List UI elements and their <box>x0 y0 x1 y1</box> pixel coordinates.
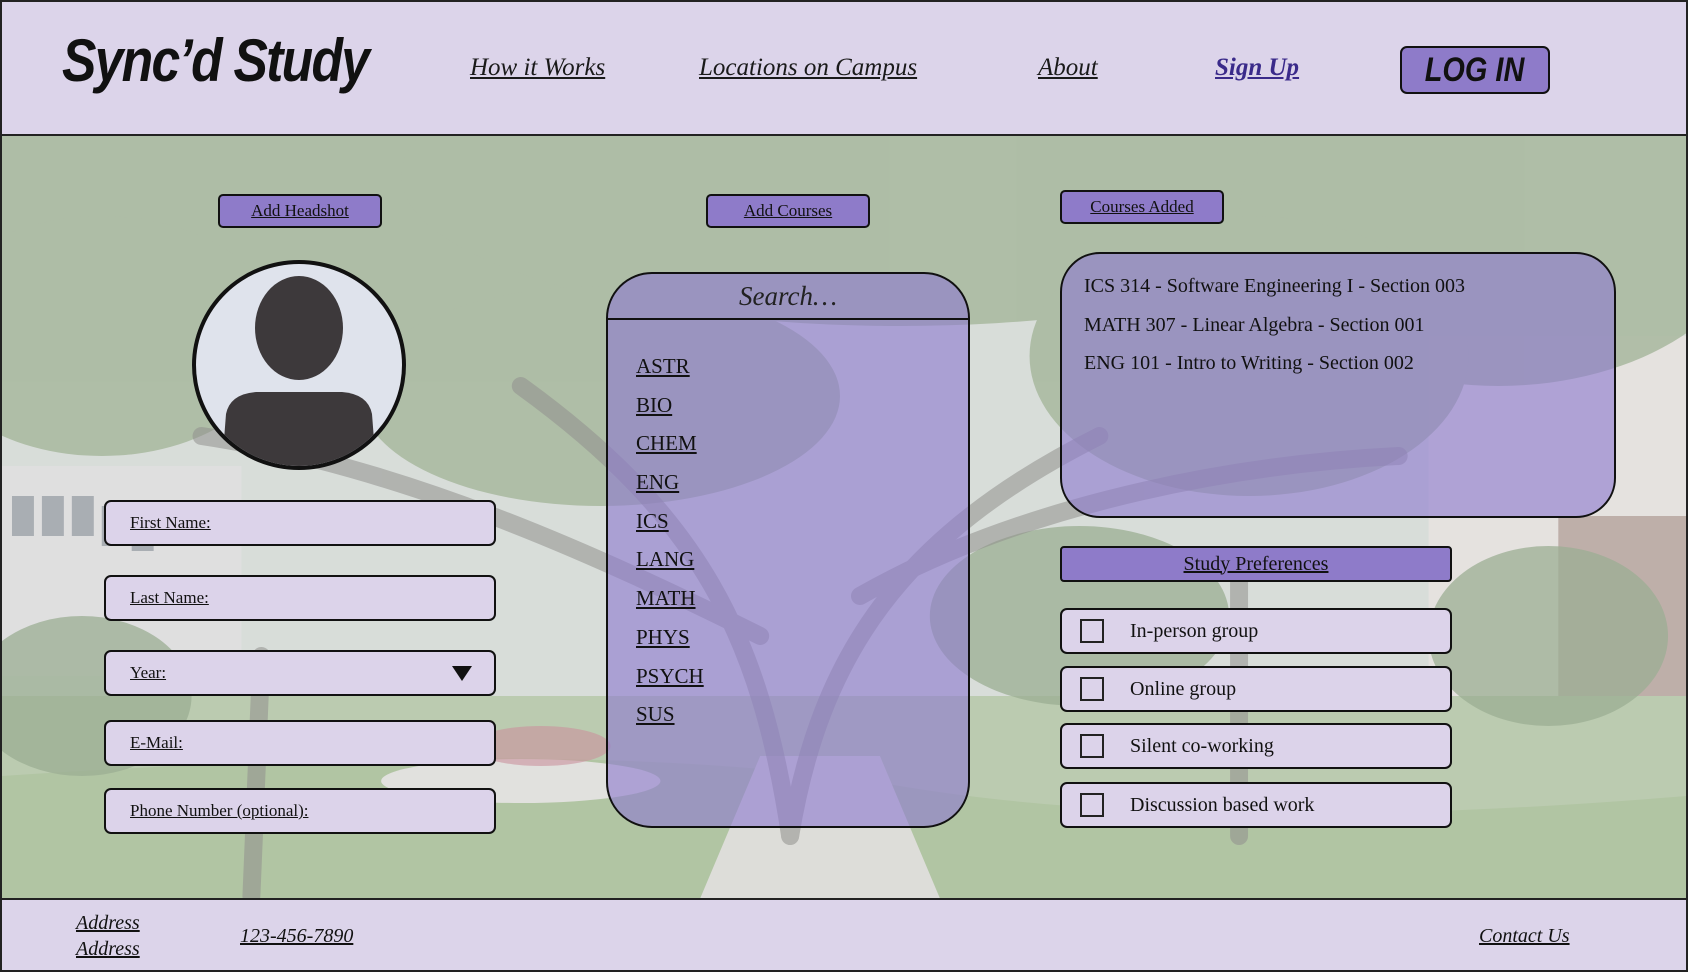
dropdown-triangle-icon <box>452 666 472 681</box>
email-field[interactable]: E-Mail: <box>104 720 496 766</box>
headshot-avatar[interactable] <box>192 260 406 470</box>
footer-phone-link[interactable]: 123-456-7890 <box>240 925 353 948</box>
contact-us-link[interactable]: Contact Us <box>1479 925 1570 948</box>
preference-label: Silent co-working <box>1130 734 1274 757</box>
subject-link-eng[interactable]: ENG <box>636 470 704 509</box>
subject-link-phys[interactable]: PHYS <box>636 625 704 664</box>
subject-list: ASTR BIO CHEM ENG ICS LANG MATH PHYS PSY… <box>636 354 704 741</box>
site-logo[interactable]: Sync’d Study <box>62 26 370 95</box>
nav-locations-on-campus[interactable]: Locations on Campus <box>699 54 917 82</box>
preference-label: In-person group <box>1130 619 1259 642</box>
preference-discussion-based-work[interactable]: Discussion based work <box>1060 782 1452 828</box>
preference-label: Discussion based work <box>1130 793 1315 816</box>
subject-link-sus[interactable]: SUS <box>636 702 704 741</box>
subject-link-ics[interactable]: ICS <box>636 509 704 548</box>
subject-link-lang[interactable]: LANG <box>636 547 704 586</box>
added-course-item: MATH 307 - Linear Algebra - Section 001 <box>1084 313 1425 336</box>
course-search-input[interactable]: Search… <box>608 274 968 320</box>
course-search-panel: Search… ASTR BIO CHEM ENG ICS LANG MATH … <box>606 272 970 828</box>
checkbox[interactable] <box>1080 677 1104 701</box>
subject-link-math[interactable]: MATH <box>636 586 704 625</box>
email-label: E-Mail: <box>130 733 183 752</box>
first-name-label: First Name: <box>130 513 211 532</box>
footer: Address Address 123-456-7890 Contact Us <box>0 898 1688 972</box>
subject-link-bio[interactable]: BIO <box>636 393 704 432</box>
top-nav-bar: Sync’d Study How it Works Locations on C… <box>0 0 1688 136</box>
preference-silent-co-working[interactable]: Silent co-working <box>1060 723 1452 769</box>
add-courses-button[interactable]: Add Courses <box>706 194 870 228</box>
phone-number-field[interactable]: Phone Number (optional): <box>104 788 496 834</box>
footer-address-line-1[interactable]: Address <box>76 912 140 935</box>
checkbox[interactable] <box>1080 793 1104 817</box>
main-content: Add Headshot First Name: Last Name: Year… <box>0 136 1688 898</box>
checkbox[interactable] <box>1080 734 1104 758</box>
preference-label: Online group <box>1130 677 1237 700</box>
login-button[interactable]: LOG IN <box>1400 46 1550 94</box>
first-name-field[interactable]: First Name: <box>104 500 496 546</box>
courses-added-button[interactable]: Courses Added <box>1060 190 1224 224</box>
footer-address-line-2[interactable]: Address <box>76 938 140 961</box>
nav-about[interactable]: About <box>1038 54 1098 82</box>
added-course-item: ENG 101 - Intro to Writing - Section 002 <box>1084 352 1414 374</box>
phone-number-label: Phone Number (optional): <box>130 801 309 820</box>
courses-added-panel: ICS 314 - Software Engineering I - Secti… <box>1060 252 1616 518</box>
added-course-item: ICS 314 - Software Engineering I - Secti… <box>1084 275 1466 297</box>
year-select[interactable]: Year: <box>104 650 496 696</box>
login-button-label: LOG IN <box>1425 50 1525 89</box>
add-headshot-button[interactable]: Add Headshot <box>218 194 382 228</box>
preference-in-person-group[interactable]: In-person group <box>1060 608 1452 654</box>
nav-how-it-works[interactable]: How it Works <box>470 54 605 82</box>
study-preferences-heading: Study Preferences <box>1060 546 1452 582</box>
subject-link-astr[interactable]: ASTR <box>636 354 704 393</box>
checkbox[interactable] <box>1080 619 1104 643</box>
person-silhouette-icon <box>222 276 376 466</box>
preference-online-group[interactable]: Online group <box>1060 666 1452 712</box>
last-name-label: Last Name: <box>130 588 209 607</box>
nav-sign-up[interactable]: Sign Up <box>1215 54 1299 82</box>
subject-link-chem[interactable]: CHEM <box>636 431 704 470</box>
last-name-field[interactable]: Last Name: <box>104 575 496 621</box>
year-label: Year: <box>130 663 167 682</box>
subject-link-psych[interactable]: PSYCH <box>636 664 704 703</box>
